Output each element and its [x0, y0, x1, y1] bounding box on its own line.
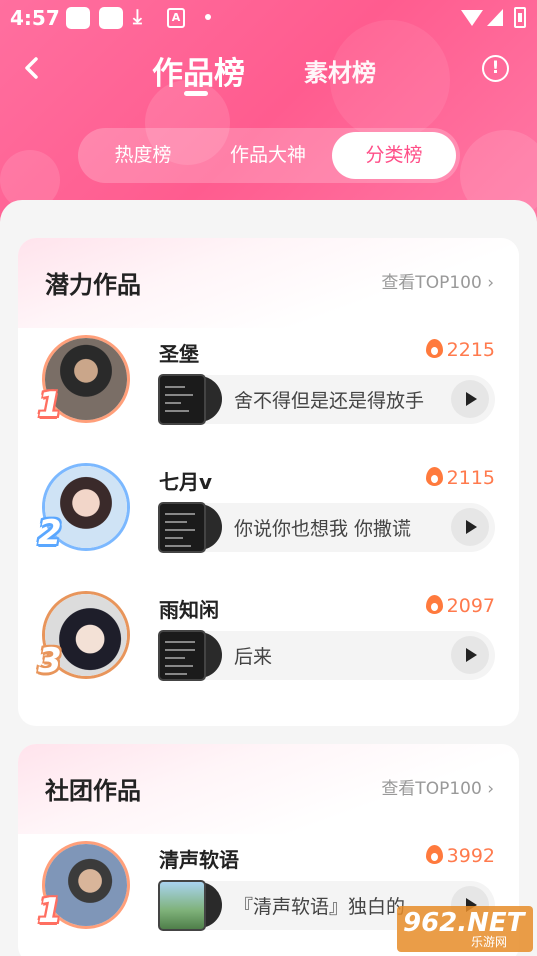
list-item[interactable]: 2 七月v 2115 你说你也想我 你撒谎: [18, 463, 519, 573]
notification-icon: [99, 7, 123, 29]
battery-icon: [514, 7, 526, 28]
status-time: 4:57: [10, 6, 60, 30]
signal-icon: [487, 9, 503, 26]
view-top100-link[interactable]: 查看TOP100 ›: [381, 774, 494, 799]
wifi-icon: [461, 10, 483, 26]
heat-score: 3992: [425, 845, 495, 867]
user-name[interactable]: 七月v: [159, 466, 212, 495]
heat-value: 2115: [446, 467, 495, 489]
watermark-sub: 乐游网: [471, 935, 508, 949]
heat-value: 2215: [446, 339, 495, 361]
tab-works-ranking[interactable]: 作品榜: [152, 48, 245, 93]
back-chevron-icon: [25, 57, 38, 79]
info-icon[interactable]: !: [482, 55, 509, 82]
rank-badge: 1: [38, 385, 62, 425]
tab-material-ranking[interactable]: 素材榜: [304, 53, 376, 88]
cover-image: [158, 630, 206, 681]
rank-badge: 2: [38, 513, 62, 553]
user-name[interactable]: 圣堡: [159, 338, 199, 367]
status-bar: 4:57 ⤓ A: [0, 0, 537, 36]
heat-value: 2097: [446, 595, 495, 617]
view-top100-label: 查看TOP100: [381, 779, 482, 799]
download-icon: ⤓: [133, 4, 142, 28]
section-title: 社团作品: [45, 777, 141, 805]
fire-icon: [425, 595, 443, 614]
heat-score: 2115: [425, 467, 495, 489]
watermark-logo: 962.NET 乐游网: [397, 906, 533, 952]
track-cover: [158, 374, 222, 425]
play-button[interactable]: [451, 380, 489, 418]
view-top100-label: 查看TOP100: [381, 273, 482, 293]
fire-icon: [425, 467, 443, 486]
fire-icon: [425, 339, 443, 358]
section-card: 潜力作品 查看TOP100 › 1 圣堡 2215 舍不得但是还是得放手 2 七…: [18, 238, 519, 726]
rank-badge: 3: [38, 641, 62, 681]
active-tab-indicator: [184, 91, 208, 96]
chevron-right-icon: ›: [487, 779, 494, 799]
cover-image: [158, 880, 206, 931]
user-name[interactable]: 雨知闲: [159, 594, 219, 623]
section-title: 潜力作品: [45, 271, 141, 299]
track-bar[interactable]: 舍不得但是还是得放手: [158, 374, 495, 425]
list-item[interactable]: 3 雨知闲 2097 后来: [18, 591, 519, 701]
segment-hot[interactable]: 热度榜: [78, 128, 208, 183]
heat-value: 3992: [446, 845, 495, 867]
segment-category[interactable]: 分类榜: [332, 132, 456, 179]
track-title: 舍不得但是还是得放手: [234, 390, 425, 412]
fire-icon: [425, 845, 443, 864]
list-item[interactable]: 1 圣堡 2215 舍不得但是还是得放手: [18, 335, 519, 445]
heat-score: 2215: [425, 339, 495, 361]
play-button[interactable]: [451, 508, 489, 546]
track-cover: [158, 880, 222, 931]
back-button[interactable]: [18, 50, 48, 86]
dot-icon: [205, 14, 211, 20]
a-badge-icon: A: [167, 8, 185, 28]
track-cover: [158, 502, 222, 553]
track-title: 后来: [234, 646, 273, 668]
ranking-segment: 热度榜 作品大神 分类榜: [78, 128, 460, 183]
user-name[interactable]: 清声软语: [159, 844, 239, 873]
chevron-right-icon: ›: [487, 273, 494, 293]
play-button[interactable]: [451, 636, 489, 674]
view-top100-link[interactable]: 查看TOP100 ›: [381, 268, 494, 293]
cover-image: [158, 502, 206, 553]
track-bar[interactable]: 后来: [158, 630, 495, 681]
cover-image: [158, 374, 206, 425]
track-cover: [158, 630, 222, 681]
track-bar[interactable]: 你说你也想我 你撒谎: [158, 502, 495, 553]
notification-icon: [66, 7, 90, 29]
heat-score: 2097: [425, 595, 495, 617]
rank-badge: 1: [38, 891, 62, 931]
segment-top-creators[interactable]: 作品大神: [208, 128, 328, 183]
track-title: 你说你也想我 你撒谎: [234, 518, 412, 540]
